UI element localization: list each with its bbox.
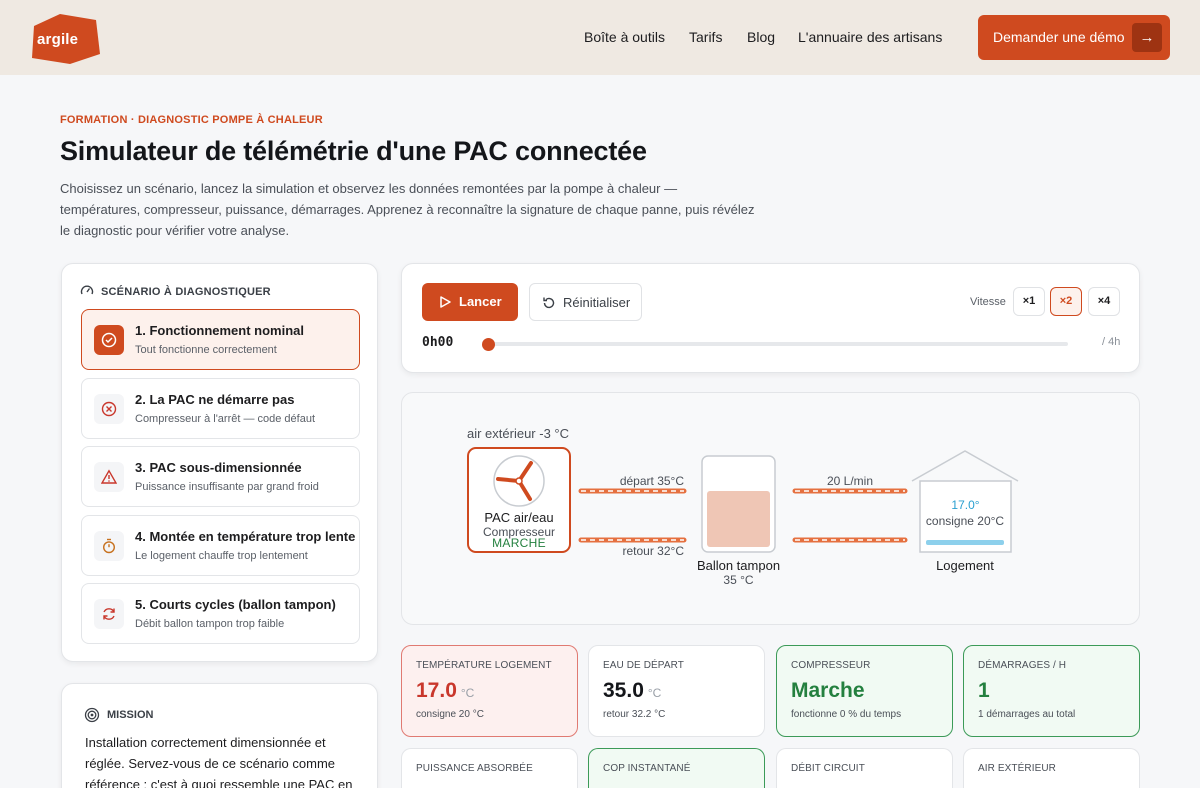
time-total: / 4h <box>1102 336 1121 348</box>
speed-x1-button[interactable]: ×1 <box>1013 287 1045 316</box>
time-current: 0h00 <box>422 335 454 350</box>
metric-label: AIR EXTÉRIEUR <box>978 763 1056 774</box>
metric-label: TEMPÉRATURE LOGEMENT <box>416 660 552 671</box>
reset-button[interactable]: Réinitialiser <box>529 283 642 321</box>
mission-heading: MISSION <box>107 709 154 721</box>
scenario-heading: SCÉNARIO À DIAGNOSTIQUER <box>101 286 271 298</box>
nav-link-toolbox[interactable]: Boîte à outils <box>584 29 665 45</box>
nav-link-pricing[interactable]: Tarifs <box>689 29 722 45</box>
metric-label: COP INSTANTANÉ <box>603 763 691 774</box>
metric-flow: DÉBIT CIRCUIT <box>776 748 953 788</box>
scenario-subtitle: Puissance insuffisante par grand froid <box>135 481 319 493</box>
scenario-item-3[interactable]: 3. PAC sous-dimensionnée Puissance insuf… <box>81 446 360 507</box>
stopwatch-icon <box>94 531 124 561</box>
pac-name: PAC air/eau <box>484 510 554 525</box>
metric-label: DÉBIT CIRCUIT <box>791 763 865 774</box>
metric-label: PUISSANCE ABSORBÉE <box>416 763 533 774</box>
play-icon <box>440 296 451 308</box>
house-name: Logement <box>936 558 994 573</box>
mission-panel: MISSION Installation correctement dimens… <box>61 683 378 788</box>
metric-unit: °C <box>460 686 475 700</box>
metric-value: 35.0 <box>603 679 644 702</box>
scenario-panel: SCÉNARIO À DIAGNOSTIQUER 1. Fonctionneme… <box>61 263 378 662</box>
metric-label: COMPRESSEUR <box>791 660 871 671</box>
metric-subtext: 1 démarrages au total <box>978 709 1076 720</box>
gauge-icon <box>80 285 94 295</box>
scenario-subtitle: Le logement chauffe trop lentement <box>135 550 308 562</box>
page-title: Simulateur de télémétrie d'une PAC conne… <box>60 136 647 166</box>
check-circle-icon <box>94 325 124 355</box>
request-demo-button[interactable]: Demander une démo → <box>978 15 1170 60</box>
metric-value: Marche <box>791 679 865 702</box>
x-circle-icon <box>94 394 124 424</box>
metric-starts-per-hour: DÉMARRAGES / H 1 1 démarrages au total <box>963 645 1140 737</box>
metric-subtext: consigne 20 °C <box>416 709 484 720</box>
timeline-track[interactable] <box>488 342 1068 346</box>
metric-value-row: 17.0 °C <box>416 679 474 703</box>
scenario-item-5[interactable]: 5. Courts cycles (ballon tampon) Débit b… <box>81 583 360 644</box>
metric-unit: °C <box>647 686 662 700</box>
metric-power: PUISSANCE ABSORBÉE <box>401 748 578 788</box>
metric-supply-water: EAU DE DÉPART 35.0 °C retour 32.2 °C <box>588 645 765 737</box>
timeline-thumb[interactable] <box>482 338 495 351</box>
metric-label: DÉMARRAGES / H <box>978 660 1067 671</box>
arrow-right-icon: → <box>1132 23 1162 52</box>
metric-outdoor-air: AIR EXTÉRIEUR <box>963 748 1140 788</box>
request-demo-label: Demander une démo <box>993 29 1125 45</box>
scenario-title: 5. Courts cycles (ballon tampon) <box>135 597 336 612</box>
nav-link-blog[interactable]: Blog <box>747 29 775 45</box>
reset-label: Réinitialiser <box>563 295 631 310</box>
scenario-title: 1. Fonctionnement nominal <box>135 323 305 338</box>
scenario-subtitle: Débit ballon tampon trop faible <box>135 618 285 630</box>
launch-button[interactable]: Lancer <box>422 283 518 321</box>
metric-value-row: 1 <box>978 679 990 703</box>
logo-text: argile <box>37 31 79 48</box>
reset-icon <box>543 297 555 309</box>
top-nav: argile Boîte à outils Tarifs Blog L'annu… <box>0 0 1200 75</box>
metric-label: EAU DE DÉPART <box>603 660 684 671</box>
eyebrow: FORMATION · DIAGNOSTIC POMPE À CHALEUR <box>60 114 323 126</box>
launch-label: Lancer <box>459 294 502 309</box>
metric-indoor-temp: TEMPÉRATURE LOGEMENT 17.0 °C consigne 20 … <box>401 645 578 737</box>
mission-text: Installation correctement dimensionnée e… <box>85 735 353 788</box>
metric-value: 1 <box>978 679 990 702</box>
scenario-item-2[interactable]: 2. La PAC ne démarre pas Compresseur à l… <box>81 378 360 439</box>
tank-name: Ballon tampon <box>696 558 781 573</box>
scenario-item-4[interactable]: 4. Montée en température trop lente Le l… <box>81 515 360 576</box>
buffer-tank-water <box>707 491 770 547</box>
speed-x4-button[interactable]: ×4 <box>1088 287 1120 316</box>
metric-subtext: retour 32.2 °C <box>603 709 666 720</box>
metric-compressor: COMPRESSEUR Marche fonctionne 0 % du tem… <box>776 645 953 737</box>
flow-label: 20 L/min <box>826 474 874 488</box>
warning-icon <box>94 462 124 492</box>
metric-cop: COP INSTANTANÉ <box>588 748 765 788</box>
house-temp: 17.0° <box>951 498 980 512</box>
return-temp-label: retour 32°C <box>622 544 685 558</box>
refresh-icon <box>94 599 124 629</box>
speed-label: Vitesse <box>970 296 1006 308</box>
house-setpoint: consigne 20°C <box>925 514 1005 528</box>
metric-value-row: Marche <box>791 679 865 703</box>
outdoor-air-label: air extérieur -3 °C <box>467 426 570 441</box>
metric-value-row: 35.0 °C <box>603 679 661 703</box>
scenario-title: 4. Montée en température trop lente <box>135 529 356 544</box>
scenario-subtitle: Tout fonctionne correctement <box>135 344 277 356</box>
supply-temp-label: départ 35°C <box>619 474 684 488</box>
fan-icon <box>493 455 545 507</box>
tank-temp: 35 °C <box>723 573 754 587</box>
target-icon <box>84 707 100 723</box>
speed-x2-button[interactable]: ×2 <box>1050 287 1082 316</box>
nav-link-directory[interactable]: L'annuaire des artisans <box>798 29 942 45</box>
scenario-item-1[interactable]: 1. Fonctionnement nominal Tout fonctionn… <box>81 309 360 370</box>
compressor-state: MARCHE <box>492 536 546 550</box>
installation-diagram: air extérieur -3 °C PAC air/eau Compress… <box>401 392 1140 625</box>
simulation-controls: Lancer Réinitialiser Vitesse ×1 ×2 ×4 0h… <box>401 263 1140 373</box>
scenario-title: 2. La PAC ne démarre pas <box>135 392 295 407</box>
scenario-subtitle: Compresseur à l'arrêt — code défaut <box>135 413 316 425</box>
metric-subtext: fonctionne 0 % du temps <box>791 709 902 720</box>
intro-text: Choisissez un scénario, lancez la simula… <box>60 181 755 238</box>
scenario-title: 3. PAC sous-dimensionnée <box>135 460 302 475</box>
metric-value: 17.0 <box>416 679 457 702</box>
